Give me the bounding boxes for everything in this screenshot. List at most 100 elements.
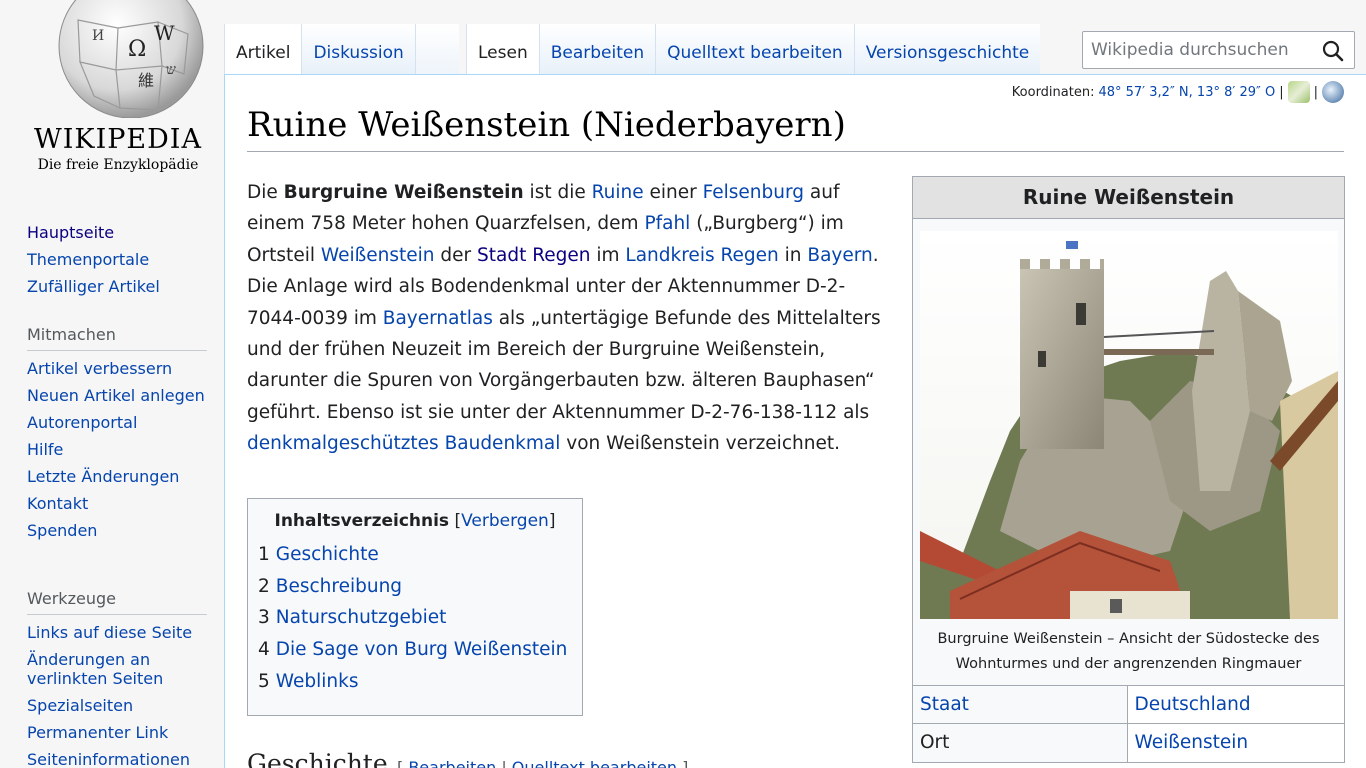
lead-link-bayern[interactable]: Bayern	[807, 245, 872, 266]
infobox-value-cell: Weißenstein	[1127, 723, 1344, 762]
search-box	[1082, 31, 1355, 69]
infobox-key-cell: Ort	[913, 723, 1128, 762]
toc-link-die-sage-von-burg-weißenstein[interactable]: Die Sage von Burg Weißenstein	[276, 639, 568, 660]
nav-list-item: Kontakt	[27, 494, 207, 513]
tab-label: Versionsgeschichte	[865, 43, 1030, 63]
lead-text: in	[778, 244, 808, 266]
nav-list-item: Zufälliger Artikel	[27, 277, 207, 296]
lead-link-bayernatlas[interactable]: Bayernatlas	[383, 308, 493, 329]
nav-list-item: Themenportale	[27, 250, 207, 269]
nav-list-item: Artikel verbessern	[27, 359, 207, 378]
nav-item-hauptseite[interactable]: Hauptseite	[27, 223, 114, 242]
nav-item-seiteninformationen[interactable]: Seiteninformationen	[27, 750, 190, 768]
lead-text: im	[590, 244, 626, 266]
nav-list-item: Spenden	[27, 521, 207, 540]
toc-header: Inhaltsverzeichnis [Verbergen]	[258, 511, 572, 531]
nav-list-item: Autorenportal	[27, 413, 207, 432]
infobox-title: Ruine Weißenstein	[913, 177, 1344, 219]
lead-paragraph: Die Burgruine Weißenstein ist die Ruine …	[247, 177, 897, 460]
bracket: ]	[677, 758, 689, 768]
lead-link-landkreis-regen[interactable]: Landkreis Regen	[625, 245, 778, 266]
svg-text:И: И	[92, 28, 104, 44]
tab-artikel[interactable]: Artikel	[224, 24, 302, 75]
nav-item-artikel-verbessern[interactable]: Artikel verbessern	[27, 359, 172, 378]
toc-link-weblinks[interactable]: Weblinks	[276, 671, 359, 692]
section-source-edit-link[interactable]: Quelltext bearbeiten	[512, 758, 677, 768]
separator: |	[1279, 84, 1284, 100]
toc-bracket: ]	[548, 511, 556, 531]
wikipedia-tagline: Die freie Enzyklopädie	[37, 157, 199, 173]
toc-toggle-link[interactable]: Verbergen	[461, 511, 549, 531]
nav-item-zufälliger-artikel[interactable]: Zufälliger Artikel	[27, 277, 160, 296]
toc-item[interactable]: 5 Weblinks	[258, 666, 572, 698]
tab-lesen[interactable]: Lesen	[466, 24, 539, 75]
infobox: Ruine Weißenstein Burgruine Weißenstein …	[912, 176, 1345, 763]
lead-link-pfahl[interactable]: Pfahl	[644, 213, 690, 234]
lead-text: einer	[643, 182, 703, 203]
nav-item-themenportale[interactable]: Themenportale	[27, 250, 149, 269]
toc-link-naturschutzgebiet[interactable]: Naturschutzgebiet	[276, 607, 447, 628]
svg-text:維: 維	[138, 71, 154, 90]
nav-list-item: Neuen Artikel anlegen	[27, 386, 207, 405]
wikipedia-logo[interactable]: Ω W И 維 ש WIKIPEDIA Die freie Enzyklopäd…	[20, 0, 204, 180]
map-icon[interactable]	[1287, 81, 1310, 103]
tab-diskussion[interactable]: Diskussion	[301, 24, 415, 75]
nav-list-item: Hilfe	[27, 440, 207, 459]
coordinates-label: Koordinaten:	[1011, 84, 1095, 100]
section-heading-geschichte: Geschichte	[247, 749, 388, 768]
nav-list-item: Letzte Änderungen	[27, 467, 207, 486]
nav-list-item: Seiteninformationen	[27, 750, 207, 768]
nav-item-links-auf-diese-seite[interactable]: Links auf diese Seite	[27, 623, 192, 642]
toc-link-geschichte[interactable]: Geschichte	[276, 544, 379, 565]
nav-item-neuen-artikel-anlegen[interactable]: Neuen Artikel anlegen	[27, 386, 205, 405]
section-edit-link[interactable]: Bearbeiten	[408, 758, 496, 768]
infobox-key-staat[interactable]: Staat	[920, 694, 969, 715]
toc-item[interactable]: 3 Naturschutzgebiet	[258, 602, 572, 634]
nav-list-item: Links auf diese Seite	[27, 623, 207, 642]
nav-item-kontakt[interactable]: Kontakt	[27, 494, 88, 513]
nav-item-spezialseiten[interactable]: Spezialseiten	[27, 696, 133, 715]
lead-link-weißenstein[interactable]: Weißenstein	[321, 245, 435, 266]
toc-item[interactable]: 1 Geschichte	[258, 539, 572, 571]
search-icon[interactable]	[1322, 40, 1344, 62]
nav-item-autorenportal[interactable]: Autorenportal	[27, 413, 137, 432]
nav-list-item: Permanenter Link	[27, 723, 207, 742]
wikipedia-wordmark: WIKIPEDIA	[34, 124, 202, 155]
toc-item[interactable]: 4 Die Sage von Burg Weißenstein	[258, 634, 572, 666]
tab-bearbeiten[interactable]: Bearbeiten	[538, 24, 656, 75]
search-input[interactable]	[1083, 32, 1313, 68]
globe-icon[interactable]	[1322, 81, 1344, 103]
toc-link-beschreibung[interactable]: Beschreibung	[276, 576, 402, 597]
tab-label: Diskussion	[313, 43, 404, 63]
nav-item-hilfe[interactable]: Hilfe	[27, 440, 63, 459]
infobox-value-cell: Deutschland	[1127, 685, 1344, 724]
view-tabs: Lesen Bearbeiten Quelltext bearbeiten Versi…	[466, 24, 1041, 75]
tab-label: Lesen	[478, 43, 528, 63]
nav-item-änderungen-an-verlinkten-seiten[interactable]: Änderungen an verlinkten Seiten	[27, 650, 163, 688]
lead-text: Die	[247, 182, 284, 203]
separator: |	[1313, 84, 1318, 100]
castle-ruin-image[interactable]	[919, 231, 1338, 619]
nav-item-permanenter-link[interactable]: Permanenter Link	[27, 723, 168, 742]
nav-main: Hauptseite Themenportale Zufälliger Artike…	[27, 223, 207, 304]
nav-item-letzte-änderungen[interactable]: Letzte Änderungen	[27, 467, 179, 486]
infobox-value-deutschland[interactable]: Deutschland	[1135, 694, 1251, 715]
infobox-row: Ort Weißenstein	[913, 723, 1344, 762]
sidebar: Ω W И 維 ש WIKIPEDIA Die freie Enzyklopäd…	[0, 0, 224, 768]
infobox-table: Staat Deutschland Ort Weißenstein	[913, 685, 1344, 762]
tab-spacer	[414, 24, 459, 75]
lead-link-felsenburg[interactable]: Felsenburg	[703, 182, 804, 203]
tab-versionsgeschichte[interactable]: Versionsgeschichte	[853, 24, 1041, 75]
lead-link-stadt-regen[interactable]: Stadt Regen	[477, 245, 590, 266]
infobox-row: Staat Deutschland	[913, 685, 1344, 724]
tab-quelltext-bearbeiten[interactable]: Quelltext bearbeiten	[655, 24, 854, 75]
nav-item-spenden[interactable]: Spenden	[27, 521, 97, 540]
tab-label: Bearbeiten	[550, 43, 645, 63]
coordinates-link[interactable]: 48° 57′ 3,2″ N, 13° 8′ 29″ O	[1098, 85, 1275, 100]
toc-item[interactable]: 2 Beschreibung	[258, 571, 572, 603]
lead-link-denkmalgeschütztes-baudenkmal[interactable]: denkmalgeschütztes Baudenkmal	[247, 433, 560, 454]
nav-list-item: Spezialseiten	[27, 696, 207, 715]
lead-link-ruine[interactable]: Ruine	[592, 182, 644, 203]
infobox-value-weißenstein[interactable]: Weißenstein	[1135, 732, 1249, 753]
svg-text:W: W	[154, 21, 175, 45]
